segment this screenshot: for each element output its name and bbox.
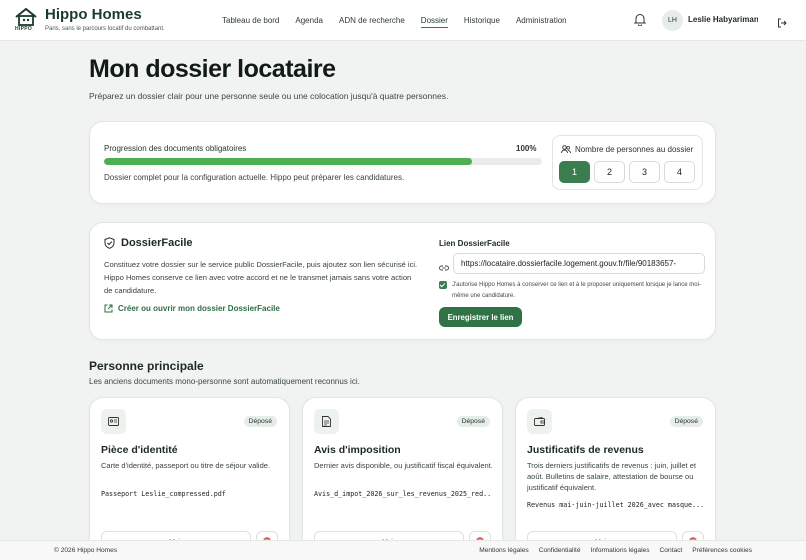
shield-check-icon	[104, 237, 115, 249]
top-header: HIPPO Hippo Homes Paris, sans le parcour…	[0, 0, 806, 41]
document-title: Justificatifs de revenus	[527, 444, 644, 456]
consent-text: J'autorise Hippo Homes à conserver ce li…	[452, 282, 701, 299]
nav-search-dna[interactable]: ADN de recherche	[339, 14, 405, 27]
dossierfacile-title-text: DossierFacile	[121, 237, 193, 249]
document-card-tax: Déposé Avis d'imposition Dernier avis di…	[302, 397, 503, 557]
dossierfacile-card: DossierFacile Constituez votre dossier s…	[89, 222, 716, 340]
status-badge: Déposé	[243, 416, 277, 427]
save-link-button[interactable]: Enregistrer le lien	[439, 307, 522, 327]
footer-link-legal[interactable]: Mentions légales	[479, 547, 528, 554]
progress-card: Progression des documents obligatoires 1…	[89, 121, 716, 204]
avatar[interactable]: LH	[662, 10, 683, 31]
nav-dashboard[interactable]: Tableau de bord	[222, 14, 279, 27]
document-title: Pièce d'identité	[101, 444, 178, 456]
nav-agenda[interactable]: Agenda	[295, 14, 323, 27]
bell-icon[interactable]	[633, 13, 647, 27]
dossierfacile-open-link[interactable]: Créer ou ouvrir mon dossier DossierFacil…	[104, 304, 280, 313]
progress-note: Dossier complet pour la configuration ac…	[104, 173, 405, 182]
section-title: Personne principale	[89, 359, 204, 373]
logo-caption: HIPPO	[15, 26, 33, 32]
footer-link-legal-info[interactable]: Informations légales	[591, 547, 650, 554]
nav-history[interactable]: Historique	[464, 14, 500, 27]
consent-row: J'autorise Hippo Homes à conserver ce li…	[439, 280, 705, 302]
document-title: Avis d'imposition	[314, 444, 401, 456]
main-nav: Tableau de bord Agenda ADN de recherche …	[222, 0, 583, 41]
people-count-options: 1 2 3 4	[559, 161, 699, 183]
status-badge: Déposé	[456, 416, 490, 427]
dossierfacile-link-form: Lien DossierFacile https://locataire.dos…	[439, 239, 705, 327]
footer: © 2026 Hippo Homes Mentions légales Conf…	[0, 540, 806, 560]
brand-name: Hippo Homes	[45, 6, 142, 23]
footer-copyright: © 2026 Hippo Homes	[54, 547, 118, 554]
people-option-4[interactable]: 4	[664, 161, 695, 183]
document-description: Trois derniers justificatifs de revenus …	[527, 461, 696, 492]
document-filename[interactable]: Passeport Leslie_compressed.pdf	[101, 490, 279, 498]
section-subtitle: Les anciens documents mono-personne sont…	[89, 377, 360, 386]
document-description: Dernier avis disponible, ou justificatif…	[314, 461, 493, 470]
progress-bar	[104, 158, 542, 165]
document-description: Carte d'identité, passeport ou titre de …	[101, 461, 271, 470]
logout-icon[interactable]	[777, 15, 787, 28]
document-card-identity: Déposé Pièce d'identité Carte d'identité…	[89, 397, 290, 557]
nav-admin[interactable]: Administration	[516, 14, 567, 27]
people-option-1[interactable]: 1	[559, 161, 590, 183]
users-icon	[561, 145, 571, 154]
consent-checkbox[interactable]	[439, 281, 447, 289]
page-subtitle: Préparez un dossier clair pour une perso…	[89, 91, 449, 101]
people-option-2[interactable]: 2	[594, 161, 625, 183]
dossierfacile-title: DossierFacile	[104, 237, 193, 249]
brand-tagline: Paris, sans le parcours locatif du comba…	[45, 26, 165, 32]
footer-links: Mentions légales Confidentialité Informa…	[469, 547, 752, 554]
user-name[interactable]: Leslie Habyarimana	[688, 15, 758, 24]
link-icon	[439, 259, 449, 277]
document-card-income: Déposé Justificatifs de revenus Trois de…	[515, 397, 716, 557]
dossierfacile-description: Constituez votre dossier sur le service …	[104, 260, 418, 295]
status-badge: Déposé	[669, 416, 703, 427]
page-title: Mon dossier locataire	[89, 55, 336, 83]
people-count-box: Nombre de personnes au dossier 1 2 3 4	[552, 135, 703, 190]
brand[interactable]: Hippo Homes Paris, sans le parcours loca…	[45, 6, 165, 32]
footer-link-cookies[interactable]: Préférences cookies	[692, 547, 752, 554]
document-filename[interactable]: Avis_d_impot_2026_sur_les_revenus_2025_r…	[314, 490, 492, 498]
document-filename[interactable]: Revenus mai-juin-juillet 2026_avec masqu…	[527, 501, 705, 509]
nav-dossier[interactable]: Dossier	[420, 14, 448, 28]
footer-link-privacy[interactable]: Confidentialité	[539, 547, 581, 554]
people-count-title: Nombre de personnes au dossier	[561, 145, 693, 154]
progress-percent: 100%	[516, 144, 537, 153]
wallet-icon	[527, 409, 552, 434]
external-link-icon	[104, 304, 113, 313]
people-option-3[interactable]: 3	[629, 161, 660, 183]
dossierfacile-url-input[interactable]: https://locataire.dossierfacile.logement…	[453, 253, 705, 274]
id-card-icon	[101, 409, 126, 434]
dossierfacile-open-link-text: Créer ou ouvrir mon dossier DossierFacil…	[118, 304, 280, 313]
document-icon	[314, 409, 339, 434]
footer-link-contact[interactable]: Contact	[660, 547, 683, 554]
people-count-label: Nombre de personnes au dossier	[575, 145, 694, 154]
progress-label: Progression des documents obligatoires	[104, 144, 247, 153]
dossierfacile-link-label: Lien DossierFacile	[439, 239, 510, 248]
progress-fill	[104, 158, 472, 165]
